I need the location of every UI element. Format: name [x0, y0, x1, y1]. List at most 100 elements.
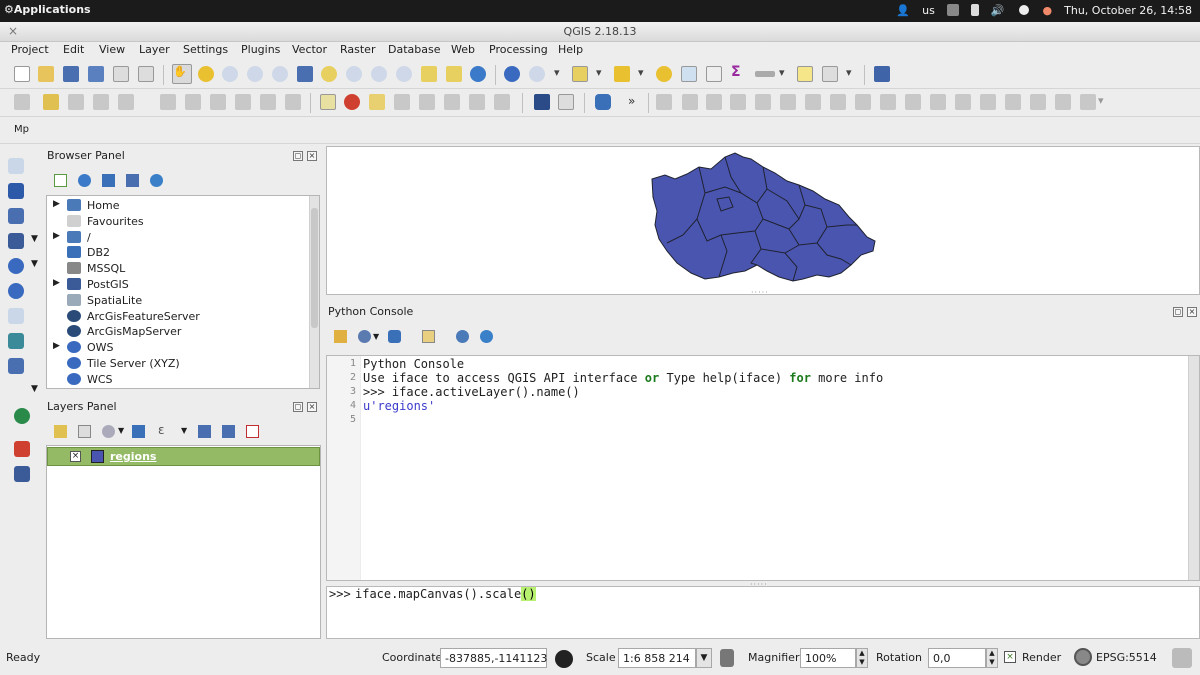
browser-item-[interactable]: ▶ /: [47, 230, 307, 245]
save-edits-icon[interactable]: [68, 94, 84, 110]
splitter-handle[interactable]: ·····: [751, 288, 769, 297]
new-bookmark-icon[interactable]: [446, 66, 462, 82]
python-console-icon[interactable]: [595, 94, 611, 110]
reshape-icon[interactable]: [905, 94, 921, 110]
undo-icon[interactable]: [706, 94, 722, 110]
menu-settings[interactable]: Settings: [183, 43, 228, 56]
current-edits-icon[interactable]: [14, 94, 30, 110]
show-editor-icon[interactable]: [422, 330, 435, 343]
menu-processing[interactable]: Processing: [489, 43, 548, 56]
map-tips-icon[interactable]: [529, 66, 545, 82]
power-icon[interactable]: [1016, 3, 1031, 17]
browser-item-tile-server-xyz[interactable]: Tile Server (XYZ): [47, 356, 307, 371]
new-project-icon[interactable]: [14, 66, 30, 82]
zoom-in-icon[interactable]: [222, 66, 238, 82]
pan-map-icon[interactable]: ✋: [172, 64, 192, 84]
info-icon[interactable]: [150, 174, 163, 187]
expand-arrow-icon[interactable]: ▶: [53, 231, 60, 241]
add-feature-icon[interactable]: [93, 94, 109, 110]
fill-ring-icon[interactable]: [830, 94, 846, 110]
style-manager-icon[interactable]: [54, 425, 67, 438]
metasearch-icon[interactable]: [558, 94, 574, 110]
layer-labeling-icon[interactable]: [344, 94, 360, 110]
offset-curve-icon[interactable]: [682, 94, 698, 110]
dropdown-arrow-icon[interactable]: ▼: [373, 332, 379, 341]
settings-icon[interactable]: [456, 330, 469, 343]
browser-item-arcgisfeatureserver[interactable]: ArcGisFeatureServer: [47, 309, 307, 324]
dropdown-arrow-icon[interactable]: ▼: [181, 426, 187, 435]
composer-manager-icon[interactable]: [138, 66, 154, 82]
merge-features-icon[interactable]: [1005, 94, 1021, 110]
merge-attributes-icon[interactable]: [1030, 94, 1046, 110]
browser-item-ows[interactable]: ▶ OWS: [47, 340, 307, 355]
move-feature-icon[interactable]: [118, 94, 134, 110]
dropdown-arrow-icon[interactable]: ▾: [779, 66, 787, 82]
close-panel-button[interactable]: ×: [1187, 307, 1197, 317]
toggle-editing-icon[interactable]: [43, 94, 59, 110]
new-print-composer-icon[interactable]: [113, 66, 129, 82]
console-scrollbar[interactable]: [1188, 356, 1199, 580]
add-postgis-icon[interactable]: [8, 233, 24, 249]
zoom-last-icon[interactable]: [371, 66, 387, 82]
volume-icon[interactable]: 🔊: [991, 4, 1005, 17]
refresh-icon[interactable]: [470, 66, 486, 82]
rotate-symbol-icon[interactable]: [1055, 94, 1071, 110]
add-ring-icon[interactable]: [780, 94, 796, 110]
copy-icon[interactable]: [260, 94, 276, 110]
network-icon[interactable]: [946, 4, 959, 16]
zoom-1-1-icon[interactable]: [272, 66, 288, 82]
menu-web[interactable]: Web: [451, 43, 475, 56]
menu-plugins[interactable]: Plugins: [241, 43, 280, 56]
split-parts-icon[interactable]: [980, 94, 996, 110]
delete-icon[interactable]: [210, 94, 226, 110]
map-canvas[interactable]: ·····: [326, 146, 1200, 297]
add-wcs-icon[interactable]: [8, 283, 24, 299]
paste-icon[interactable]: [285, 94, 301, 110]
add-oracle-icon[interactable]: [14, 408, 30, 424]
add-vector-layer-icon[interactable]: [8, 158, 24, 174]
text-annotation-icon[interactable]: [822, 66, 838, 82]
select-features-icon[interactable]: [572, 66, 588, 82]
annotation-icon[interactable]: [797, 66, 813, 82]
visibility-icon[interactable]: [102, 425, 115, 438]
pin-labels-icon[interactable]: [369, 94, 385, 110]
split-features-icon[interactable]: [955, 94, 971, 110]
add-wms-icon[interactable]: [8, 258, 24, 274]
coordinate-field[interactable]: -837885,-1141123: [440, 648, 547, 668]
simplify-icon[interactable]: [755, 94, 771, 110]
render-checkbox[interactable]: ×: [1004, 651, 1016, 663]
console-output[interactable]: 1 2 3 4 5 Python Console Use iface to ac…: [326, 355, 1200, 581]
add-wfs-icon[interactable]: [8, 308, 24, 324]
toggle-extents-icon[interactable]: [553, 648, 575, 670]
remove-layer-icon[interactable]: [246, 425, 259, 438]
zoom-next-icon[interactable]: [396, 66, 412, 82]
rotation-field[interactable]: 0,0: [928, 648, 986, 668]
menu-help[interactable]: Help: [558, 43, 583, 56]
float-panel-button[interactable]: ◻: [1173, 307, 1183, 317]
filter-legend-icon[interactable]: [132, 425, 145, 438]
browser-item-home[interactable]: ▶ Home: [47, 198, 307, 213]
save-as-icon[interactable]: [88, 66, 104, 82]
browser-scrollbar[interactable]: [309, 196, 319, 388]
menu-database[interactable]: Database: [388, 43, 441, 56]
lock-scale-icon[interactable]: [720, 649, 734, 667]
new-map-view-icon[interactable]: [421, 66, 437, 82]
delete-ring-icon[interactable]: [855, 94, 871, 110]
layer-row-regions[interactable]: × regions: [47, 447, 320, 466]
help-whats-this-icon[interactable]: [874, 66, 890, 82]
rotation-spinner[interactable]: ▲ ▼: [986, 648, 998, 668]
rotate-feature-icon[interactable]: [1080, 94, 1096, 110]
zoom-out-icon[interactable]: [247, 66, 263, 82]
magnifier-field[interactable]: 100%: [800, 648, 856, 668]
add-delimited-text-icon[interactable]: [8, 333, 24, 349]
dropdown-arrow-icon[interactable]: ▾: [1098, 94, 1106, 110]
collapse-all-icon[interactable]: [126, 174, 139, 187]
add-virtual-layer-icon[interactable]: [8, 358, 24, 374]
menu-project[interactable]: Project: [11, 43, 49, 56]
add-group-icon[interactable]: [78, 425, 91, 438]
browser-item-mssql[interactable]: MSSQL: [47, 261, 307, 276]
redo-icon[interactable]: [730, 94, 746, 110]
float-panel-button[interactable]: ◻: [293, 151, 303, 161]
mp-plugin-button[interactable]: Mp: [14, 124, 29, 135]
dropdown-arrow-icon[interactable]: ▼: [118, 426, 124, 435]
